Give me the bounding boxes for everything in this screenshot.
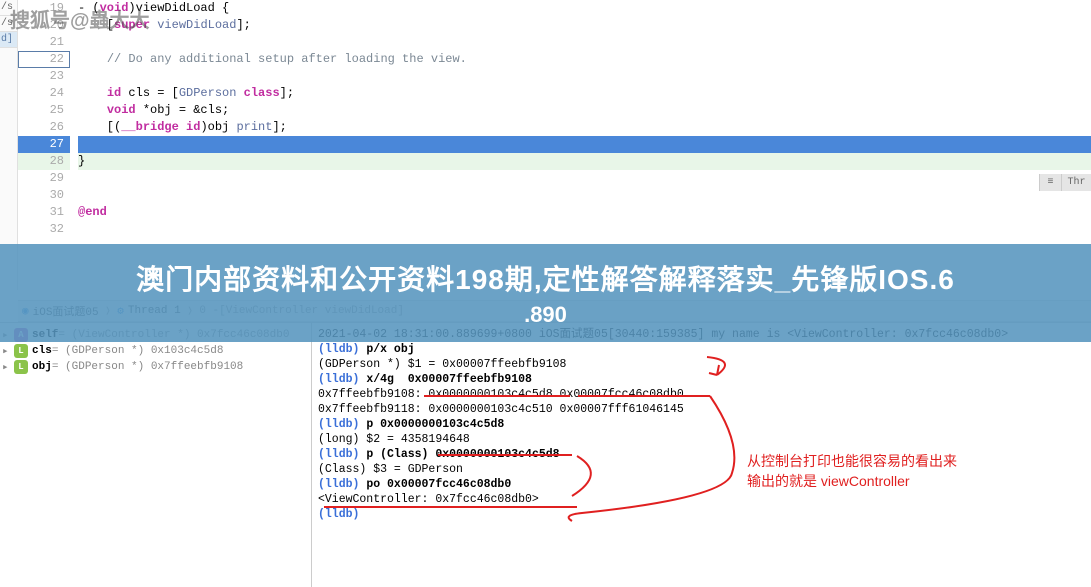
console-line: (lldb) po 0x00007fcc46c08db0 [318, 477, 1085, 492]
code-line[interactable] [78, 170, 1091, 187]
code-lines[interactable]: - (void)viewDidLoad { [super viewDidLoad… [78, 0, 1091, 238]
banner-title: 澳门内部资料和公开资料198期,定性解答解释落实_先锋版IOS.6 [136, 258, 955, 298]
line-number[interactable]: 32 [18, 221, 70, 238]
console-line: <ViewController: 0x7fcc46c08db0> [318, 492, 1085, 507]
code-line[interactable]: } [78, 153, 1091, 170]
console-line: (GDPerson *) $1 = 0x00007ffeebfb9108 [318, 357, 1085, 372]
line-number[interactable]: 25 [18, 102, 70, 119]
console-line: 0x7ffeebfb9118: 0x0000000103c4c510 0x000… [318, 402, 1085, 417]
var-name: obj [32, 361, 52, 373]
var-type-icon: L [14, 360, 28, 374]
variable-row[interactable]: ▸Lcls = (GDPerson *) 0x103c4c5d8 [2, 343, 309, 359]
disclosure-icon[interactable]: ▸ [2, 344, 14, 358]
debug-area: ▸Aself = (ViewController *) 0x7fcc46c08d… [0, 322, 1091, 587]
code-line[interactable] [78, 34, 1091, 51]
line-number[interactable]: 21 [18, 34, 70, 51]
console-line: (long) $2 = 4358194648 [318, 432, 1085, 447]
line-number[interactable]: 23 [18, 68, 70, 85]
var-name: cls [32, 345, 52, 357]
code-line[interactable]: void *obj = &cls; [78, 102, 1091, 119]
variable-row[interactable]: ▸Lobj = (GDPerson *) 0x7ffeebfb9108 [2, 359, 309, 375]
code-line[interactable]: [super viewDidLoad]; [78, 17, 1091, 34]
line-number[interactable]: 26 [18, 119, 70, 136]
code-line[interactable]: [(__bridge id)obj print]; [78, 119, 1091, 136]
code-line[interactable] [78, 187, 1091, 204]
line-number[interactable]: 27 [18, 136, 70, 153]
variables-pane[interactable]: ▸Aself = (ViewController *) 0x7fcc46c08d… [0, 323, 312, 587]
console-pane[interactable]: 从控制台打印也能很容易的看出来 输出的就是 viewController 202… [312, 323, 1091, 587]
annotation-text: 从控制台打印也能很容易的看出来 输出的就是 viewController [747, 451, 957, 491]
line-number[interactable]: 22 [18, 51, 70, 68]
minimap-toggle[interactable]: ≡ [1039, 174, 1061, 191]
code-line[interactable] [78, 68, 1091, 85]
line-number[interactable]: 28 [18, 153, 70, 170]
code-line[interactable] [78, 136, 1091, 153]
console-line: (lldb) [318, 507, 1085, 522]
code-line[interactable]: - (void)viewDidLoad { [78, 0, 1091, 17]
line-number[interactable]: 24 [18, 85, 70, 102]
console-line: (lldb) x/4g 0x00007ffeebfb9108 [318, 372, 1085, 387]
console-line: (lldb) p 0x0000000103c4c5d8 [318, 417, 1085, 432]
banner-sub: .890 [524, 302, 567, 328]
console-line: (lldb) p (Class) 0x0000000103c4c5d8 [318, 447, 1085, 462]
line-number[interactable]: 29 [18, 170, 70, 187]
code-line[interactable]: id cls = [GDPerson class]; [78, 85, 1091, 102]
code-line[interactable]: // Do any additional setup after loading… [78, 51, 1091, 68]
console-line: (lldb) p/x obj [318, 342, 1085, 357]
left-tab-active[interactable]: d] [0, 32, 17, 48]
watermark: 搜狐号@蟲大大 [10, 4, 150, 33]
line-number[interactable]: 30 [18, 187, 70, 204]
var-value: = (GDPerson *) 0x7ffeebfb9108 [52, 361, 243, 373]
var-type-icon: L [14, 344, 28, 358]
thread-button[interactable]: Thr [1061, 174, 1091, 191]
console-line: (Class) $3 = GDPerson [318, 462, 1085, 477]
code-line[interactable]: @end [78, 204, 1091, 221]
line-gutter: 1920212223242526272829303132 [18, 0, 78, 238]
disclosure-icon[interactable]: ▸ [2, 360, 14, 374]
console-line: 0x7ffeebfb9108: 0x0000000103c4c5d8 0x000… [318, 387, 1085, 402]
code-line[interactable] [78, 221, 1091, 238]
var-value: = (GDPerson *) 0x103c4c5d8 [52, 345, 224, 357]
overlay-banner: 澳门内部资料和公开资料198期,定性解答解释落实_先锋版IOS.6 .890 [0, 244, 1091, 342]
line-number[interactable]: 31 [18, 204, 70, 221]
